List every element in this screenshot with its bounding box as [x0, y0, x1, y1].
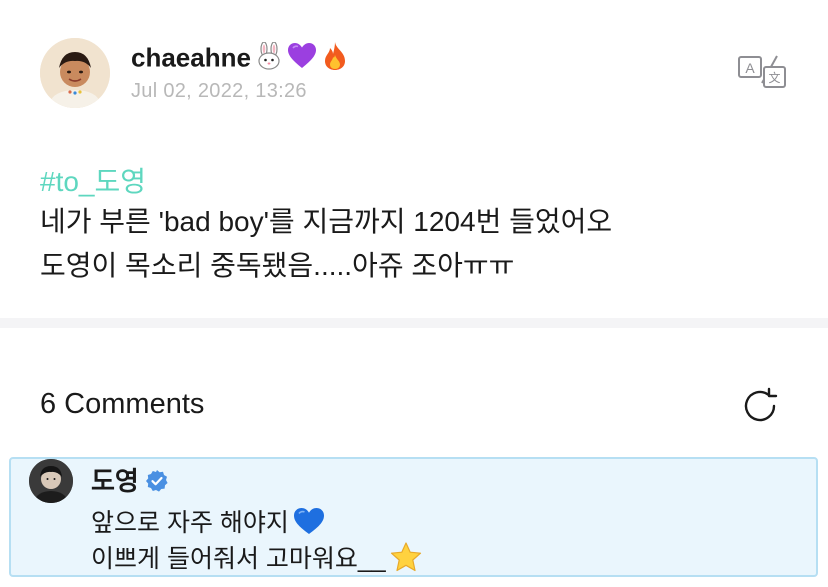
comment-text-line: 이쁘게 들어줘서 고마워요__	[91, 539, 422, 579]
comment-author-name: 도영	[91, 466, 139, 496]
purple-heart-icon	[287, 42, 317, 77]
fire-icon	[321, 41, 349, 78]
post-timestamp: Jul 02, 2022, 13:26	[131, 80, 307, 102]
post-author[interactable]: chaeahne	[131, 41, 349, 78]
comment-text: 이쁘게 들어줘서 고마워요__	[91, 545, 386, 573]
post-author-name: chaeahne	[131, 42, 251, 73]
refresh-icon	[744, 387, 778, 422]
svg-text:文: 文	[768, 70, 780, 85]
translate-button[interactable]: A 文	[736, 52, 788, 92]
comment-text-line: 앞으로 자주 해야지	[91, 503, 325, 542]
post-body: #to_도영 네가 부른 'bad boy'를 지금까지 1204번 들었어오 …	[40, 164, 788, 288]
post-text-line: 도영이 목소리 중독됐음.....아쥬 조아ㅠㅠ	[40, 250, 515, 281]
comment-author[interactable]: 도영	[91, 461, 169, 500]
comment-author-avatar[interactable]	[29, 459, 73, 503]
post-header: chaeahne Jul 02, 2022, 13:26 A 文	[40, 38, 788, 110]
rabbit-face-icon	[255, 41, 283, 77]
section-divider	[0, 318, 828, 328]
comment-text: 앞으로 자주 해야지	[91, 509, 289, 537]
author-avatar[interactable]	[40, 38, 110, 108]
star-icon	[390, 542, 422, 579]
post-hashtag[interactable]: #to_도영	[40, 164, 788, 200]
post-text-line: 네가 부른 'bad boy'를 지금까지 1204번 들었어오	[40, 206, 613, 237]
verified-badge-icon	[145, 469, 169, 500]
svg-text:A: A	[745, 60, 755, 76]
refresh-button[interactable]	[740, 386, 780, 426]
blue-heart-icon	[293, 507, 325, 542]
comments-count: 6 Comments	[40, 388, 205, 420]
translate-icon: A 文	[738, 55, 786, 88]
comment-item[interactable]: 도영 앞으로 자주 해야지 이쁘게 들어줘서 고마워요__	[9, 457, 818, 577]
